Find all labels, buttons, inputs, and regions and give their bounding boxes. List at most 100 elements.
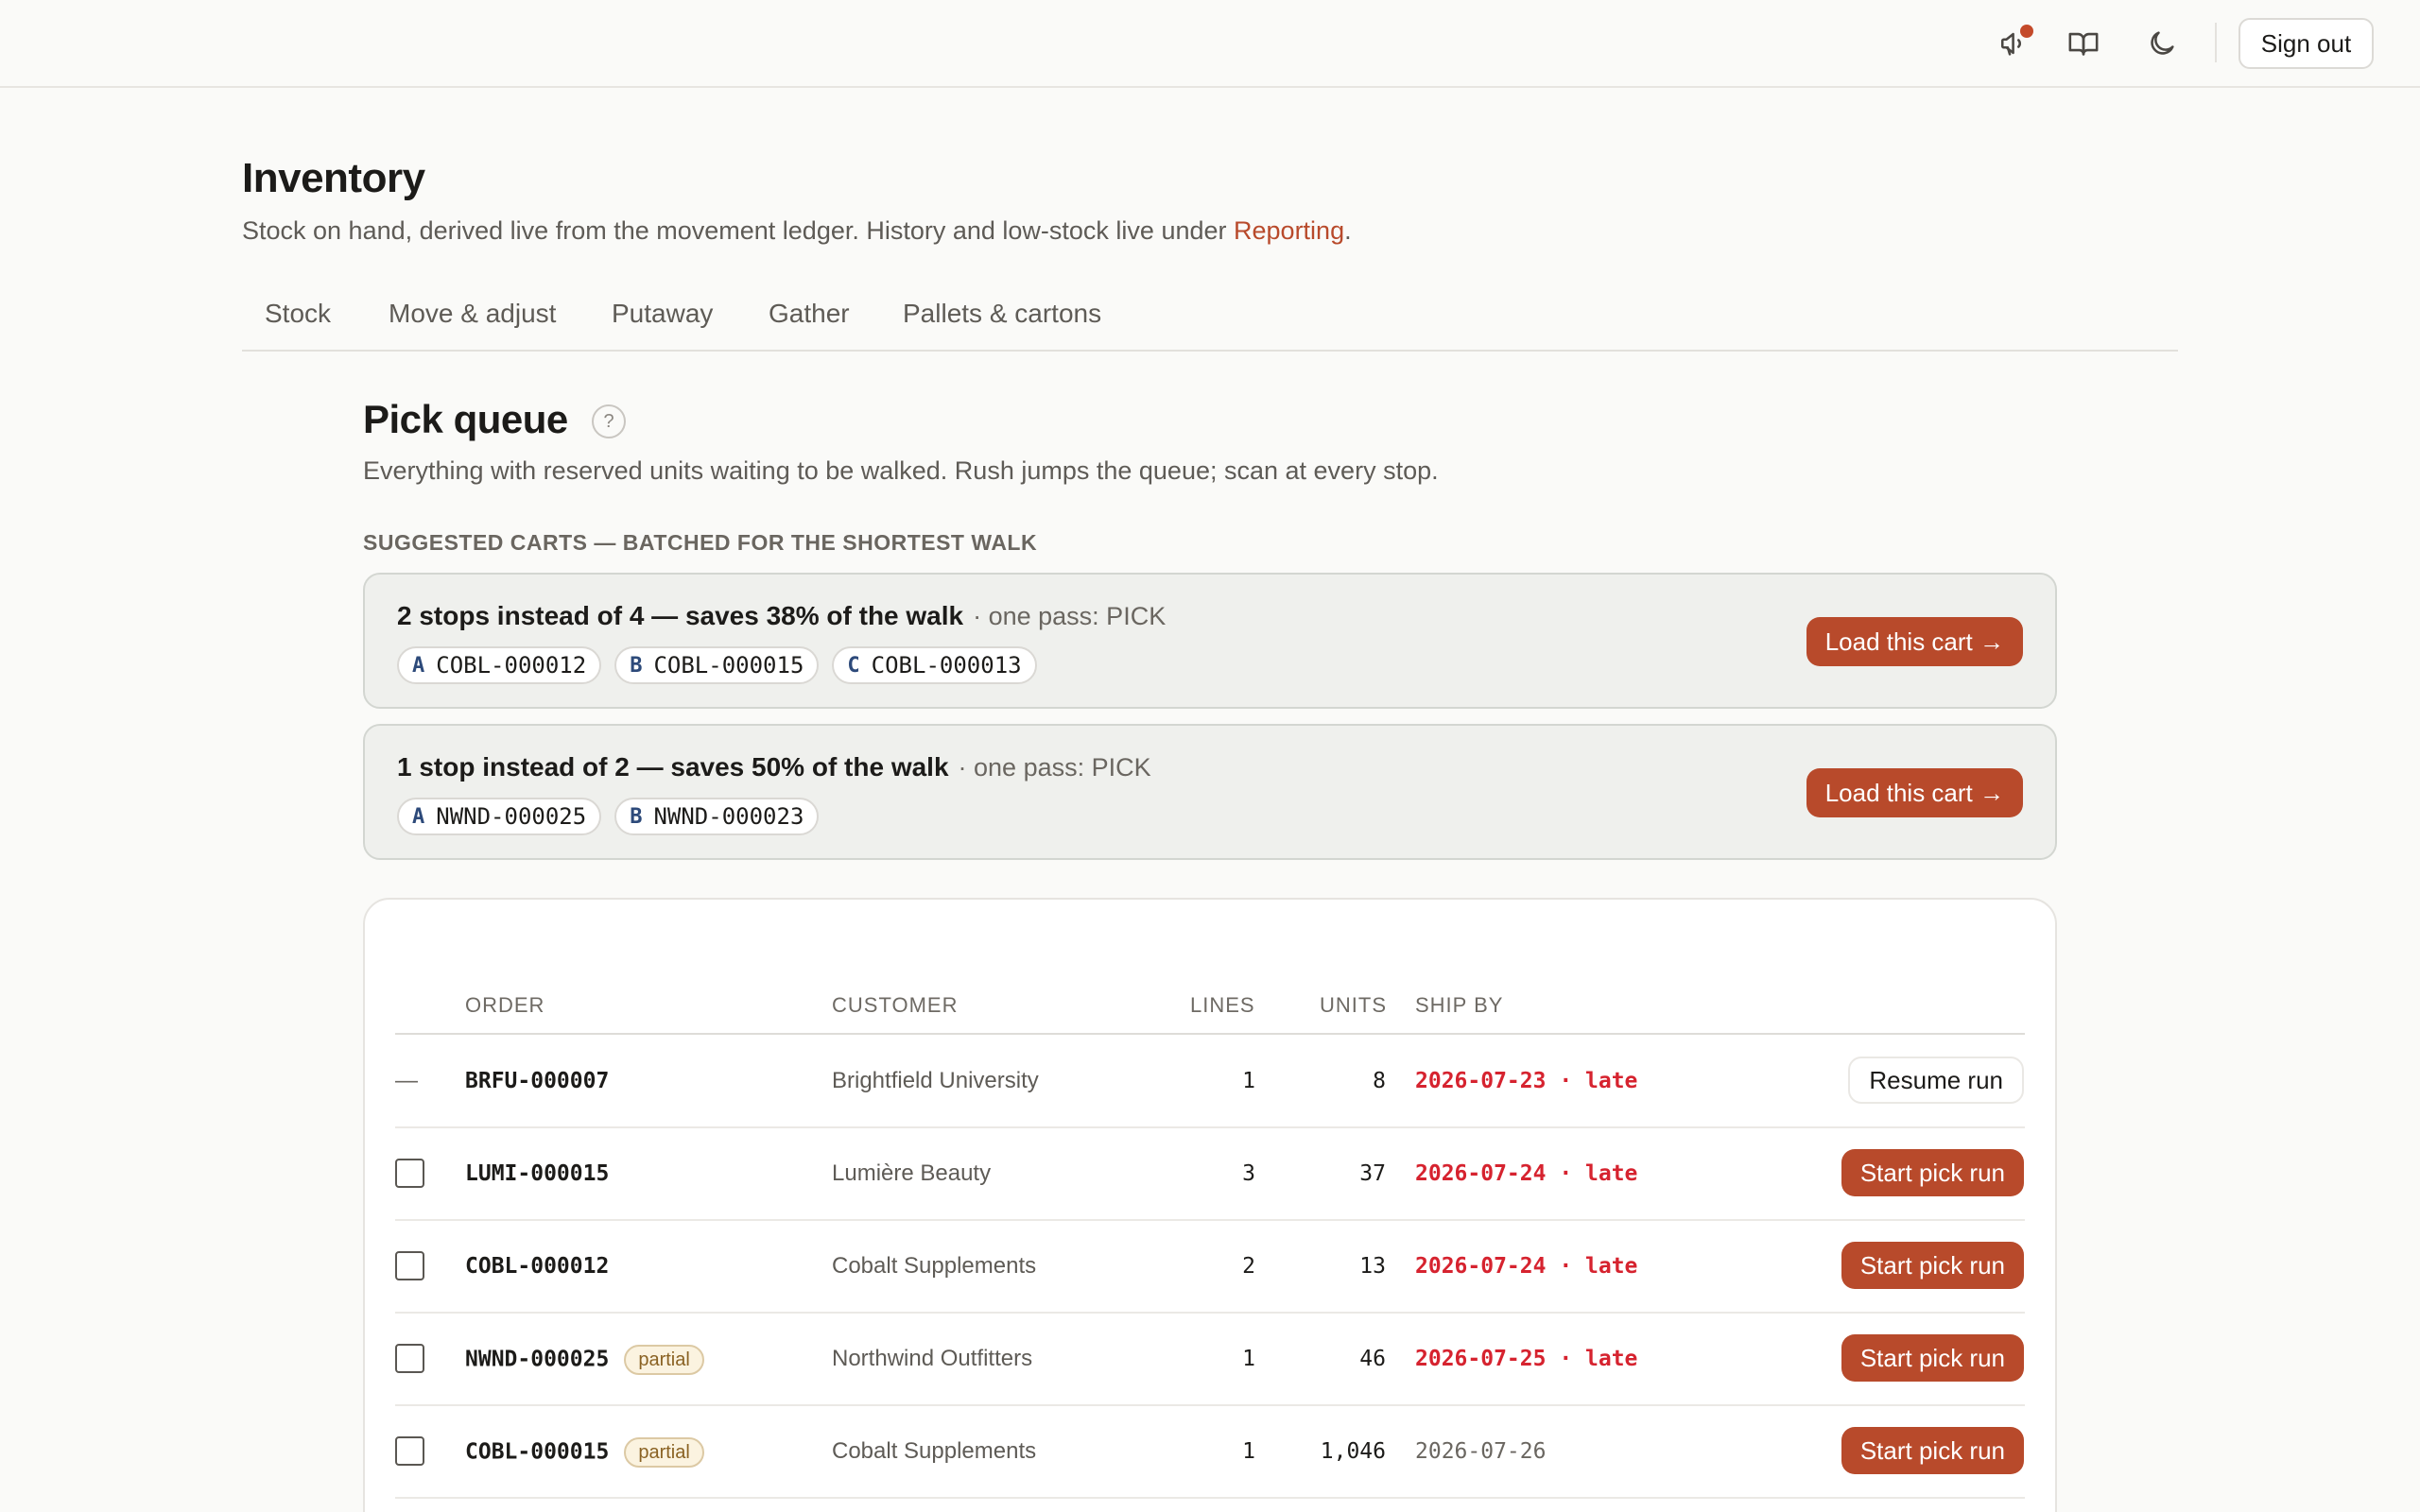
row-divider — [395, 1219, 2025, 1221]
book-icon[interactable] — [2065, 25, 2102, 62]
row-divider — [395, 1404, 2025, 1406]
reporting-link[interactable]: Reporting — [1234, 216, 1344, 245]
ship-by-date: 2026-07-23 · late — [1415, 1069, 1638, 1093]
col-header-order: ORDER — [465, 993, 545, 1017]
customer-name: Northwind Outfitters — [832, 1346, 1033, 1371]
moon-icon[interactable] — [2143, 25, 2181, 62]
cart-order-chip: A NWND-000025 — [397, 798, 602, 835]
col-header-customer: CUSTOMER — [832, 993, 959, 1017]
subtitle-end: . — [1344, 216, 1352, 245]
ship-by-date: 2026-07-25 · late — [1415, 1347, 1638, 1371]
order-id[interactable]: COBL-000012 — [465, 1254, 609, 1279]
row-select-placeholder: — — [395, 1068, 418, 1093]
order-cell: COBL-000015 partial — [465, 1437, 704, 1468]
chip-order: COBL-000015 — [653, 652, 804, 679]
load-cart-button[interactable]: Load this cart → — [1806, 768, 2023, 817]
topbar-divider — [2215, 23, 2217, 62]
row-checkbox[interactable] — [395, 1344, 424, 1373]
order-id[interactable]: COBL-000015 — [465, 1440, 609, 1465]
unit-count: 13 — [1359, 1254, 1386, 1279]
start-pick-run-button[interactable]: Start pick run — [1841, 1242, 2024, 1289]
subtitle-text: Stock on hand, derived live from the mov… — [242, 216, 1235, 245]
chip-letter: B — [630, 653, 643, 678]
cart-order-chip: B COBL-000015 — [614, 646, 820, 684]
row-checkbox[interactable] — [395, 1251, 424, 1280]
unit-count: 1,046 — [1320, 1439, 1386, 1464]
partial-badge: partial — [624, 1345, 704, 1375]
col-header-units: UNITS — [1320, 993, 1387, 1017]
load-cart-button[interactable]: Load this cart → — [1806, 617, 2023, 666]
page-subtitle: Stock on hand, derived live from the mov… — [242, 216, 1352, 246]
line-count: 1 — [1242, 1439, 1255, 1464]
start-pick-run-button[interactable]: Start pick run — [1841, 1149, 2024, 1196]
line-count: 1 — [1242, 1069, 1255, 1093]
cart-title: 2 stops instead of 4 — saves 38% of the … — [397, 601, 1166, 631]
chip-order: COBL-000013 — [871, 652, 1022, 679]
row-checkbox[interactable] — [395, 1159, 424, 1188]
inventory-tabs: Stock Move & adjust Putaway Gather Palle… — [242, 293, 2178, 352]
customer-name: Lumière Beauty — [832, 1160, 992, 1186]
chip-order: NWND-000025 — [436, 803, 587, 830]
notification-dot — [2020, 25, 2033, 38]
chip-letter: B — [630, 804, 643, 829]
row-divider — [395, 1126, 2025, 1128]
page-title: Inventory — [242, 155, 425, 201]
pick-queue-table — [363, 898, 2057, 1512]
sign-out-button[interactable]: Sign out — [2238, 18, 2374, 69]
row-checkbox[interactable] — [395, 1436, 424, 1466]
suggested-cart: 1 stop instead of 2 — saves 50% of the w… — [363, 724, 2057, 860]
ship-by-date: 2026-07-26 — [1415, 1439, 1547, 1464]
chip-letter: A — [412, 804, 425, 829]
col-header-lines: LINES — [1190, 993, 1255, 1017]
customer-name: Cobalt Supplements — [832, 1253, 1037, 1279]
start-pick-run-button[interactable]: Start pick run — [1841, 1334, 2024, 1382]
resume-run-button[interactable]: Resume run — [1848, 1057, 2024, 1104]
tab-gather[interactable]: Gather — [769, 299, 850, 329]
tab-pallets-cartons[interactable]: Pallets & cartons — [903, 299, 1101, 329]
tab-stock[interactable]: Stock — [265, 299, 331, 329]
order-id[interactable]: LUMI-000015 — [465, 1161, 609, 1186]
line-count: 3 — [1242, 1161, 1255, 1186]
carts-heading: SUGGESTED CARTS — BATCHED FOR THE SHORTE… — [363, 530, 1038, 555]
section-subtitle: Everything with reserved units waiting t… — [363, 456, 1439, 485]
partial-badge: partial — [624, 1437, 704, 1468]
megaphone-icon[interactable] — [1996, 25, 2033, 62]
cart-order-chip: A COBL-000012 — [397, 646, 602, 684]
cart-orders: A NWND-000025 B NWND-000023 — [397, 798, 820, 835]
chip-letter: A — [412, 653, 425, 678]
cart-title: 1 stop instead of 2 — saves 50% of the w… — [397, 752, 1151, 782]
start-pick-run-button[interactable]: Start pick run — [1841, 1427, 2024, 1474]
col-header-ship-by: SHIP BY — [1415, 993, 1504, 1017]
ship-by-date: 2026-07-24 · late — [1415, 1161, 1638, 1186]
cart-pass: · one pass: PICK — [973, 602, 1167, 630]
chip-order: COBL-000012 — [436, 652, 587, 679]
cart-pass: · one pass: PICK — [958, 753, 1151, 782]
chip-order: NWND-000023 — [653, 803, 804, 830]
chip-letter: C — [847, 653, 860, 678]
row-divider — [395, 1497, 2025, 1499]
top-bar: Sign out — [0, 0, 2420, 88]
ship-by-date: 2026-07-24 · late — [1415, 1254, 1638, 1279]
unit-count: 46 — [1359, 1347, 1386, 1371]
cart-order-chip: B NWND-000023 — [614, 798, 820, 835]
customer-name: Cobalt Supplements — [832, 1438, 1037, 1464]
unit-count: 8 — [1373, 1069, 1386, 1093]
line-count: 1 — [1242, 1347, 1255, 1371]
order-cell: NWND-000025 partial — [465, 1345, 704, 1375]
cart-order-chip: C COBL-000013 — [832, 646, 1037, 684]
tab-putaway[interactable]: Putaway — [612, 299, 713, 329]
cart-orders: A COBL-000012 B COBL-000015 C COBL-000013 — [397, 646, 1037, 684]
section-title: Pick queue — [363, 397, 568, 441]
header-divider — [395, 1033, 2025, 1035]
suggested-cart: 2 stops instead of 4 — saves 38% of the … — [363, 573, 2057, 709]
row-divider — [395, 1312, 2025, 1314]
cart-title-text: 1 stop instead of 2 — saves 50% of the w… — [397, 752, 949, 782]
tab-move-adjust[interactable]: Move & adjust — [389, 299, 556, 329]
help-icon[interactable]: ? — [592, 404, 626, 438]
cart-title-text: 2 stops instead of 4 — saves 38% of the … — [397, 601, 964, 630]
order-id[interactable]: BRFU-000007 — [465, 1069, 609, 1093]
order-id[interactable]: NWND-000025 — [465, 1348, 609, 1372]
unit-count: 37 — [1359, 1161, 1386, 1186]
customer-name: Brightfield University — [832, 1068, 1039, 1093]
line-count: 2 — [1242, 1254, 1255, 1279]
